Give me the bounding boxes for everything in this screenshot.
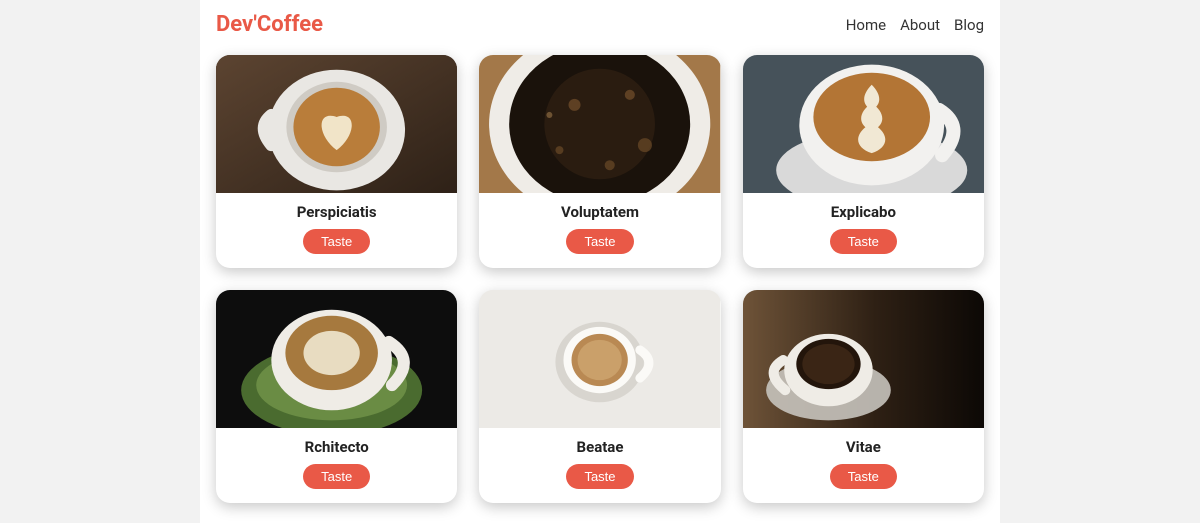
page-container: Dev'Coffee Home About Blog bbox=[200, 0, 1000, 523]
taste-button[interactable]: Taste bbox=[566, 229, 633, 254]
card-body: Beatae Taste bbox=[479, 428, 720, 503]
header: Dev'Coffee Home About Blog bbox=[212, 0, 988, 55]
coffee-image bbox=[743, 290, 984, 428]
coffee-card: Beatae Taste bbox=[479, 290, 720, 503]
card-body: Perspiciatis Taste bbox=[216, 193, 457, 268]
card-title: Voluptatem bbox=[489, 203, 710, 221]
taste-button[interactable]: Taste bbox=[566, 464, 633, 489]
coffee-image bbox=[743, 55, 984, 193]
coffee-card: Explicabo Taste bbox=[743, 55, 984, 268]
main-nav: Home About Blog bbox=[846, 16, 984, 34]
card-body: Voluptatem Taste bbox=[479, 193, 720, 268]
coffee-card: Rchitecto Taste bbox=[216, 290, 457, 503]
card-body: Vitae Taste bbox=[743, 428, 984, 503]
nav-blog[interactable]: Blog bbox=[954, 16, 984, 34]
card-title: Vitae bbox=[753, 438, 974, 456]
taste-button[interactable]: Taste bbox=[303, 229, 370, 254]
nav-about[interactable]: About bbox=[900, 16, 940, 34]
card-title: Rchitecto bbox=[226, 438, 447, 456]
nav-home[interactable]: Home bbox=[846, 16, 886, 34]
site-logo[interactable]: Dev'Coffee bbox=[216, 12, 323, 37]
card-grid: Perspiciatis Taste bbox=[212, 55, 988, 523]
coffee-card: Voluptatem Taste bbox=[479, 55, 720, 268]
taste-button[interactable]: Taste bbox=[830, 229, 897, 254]
card-title: Perspiciatis bbox=[226, 203, 447, 221]
taste-button[interactable]: Taste bbox=[303, 464, 370, 489]
coffee-image bbox=[216, 55, 457, 193]
coffee-card: Vitae Taste bbox=[743, 290, 984, 503]
coffee-image bbox=[479, 290, 720, 428]
card-title: Explicabo bbox=[753, 203, 974, 221]
card-body: Explicabo Taste bbox=[743, 193, 984, 268]
card-title: Beatae bbox=[489, 438, 710, 456]
taste-button[interactable]: Taste bbox=[830, 464, 897, 489]
card-body: Rchitecto Taste bbox=[216, 428, 457, 503]
coffee-image bbox=[479, 55, 720, 193]
coffee-card: Perspiciatis Taste bbox=[216, 55, 457, 268]
coffee-image bbox=[216, 290, 457, 428]
